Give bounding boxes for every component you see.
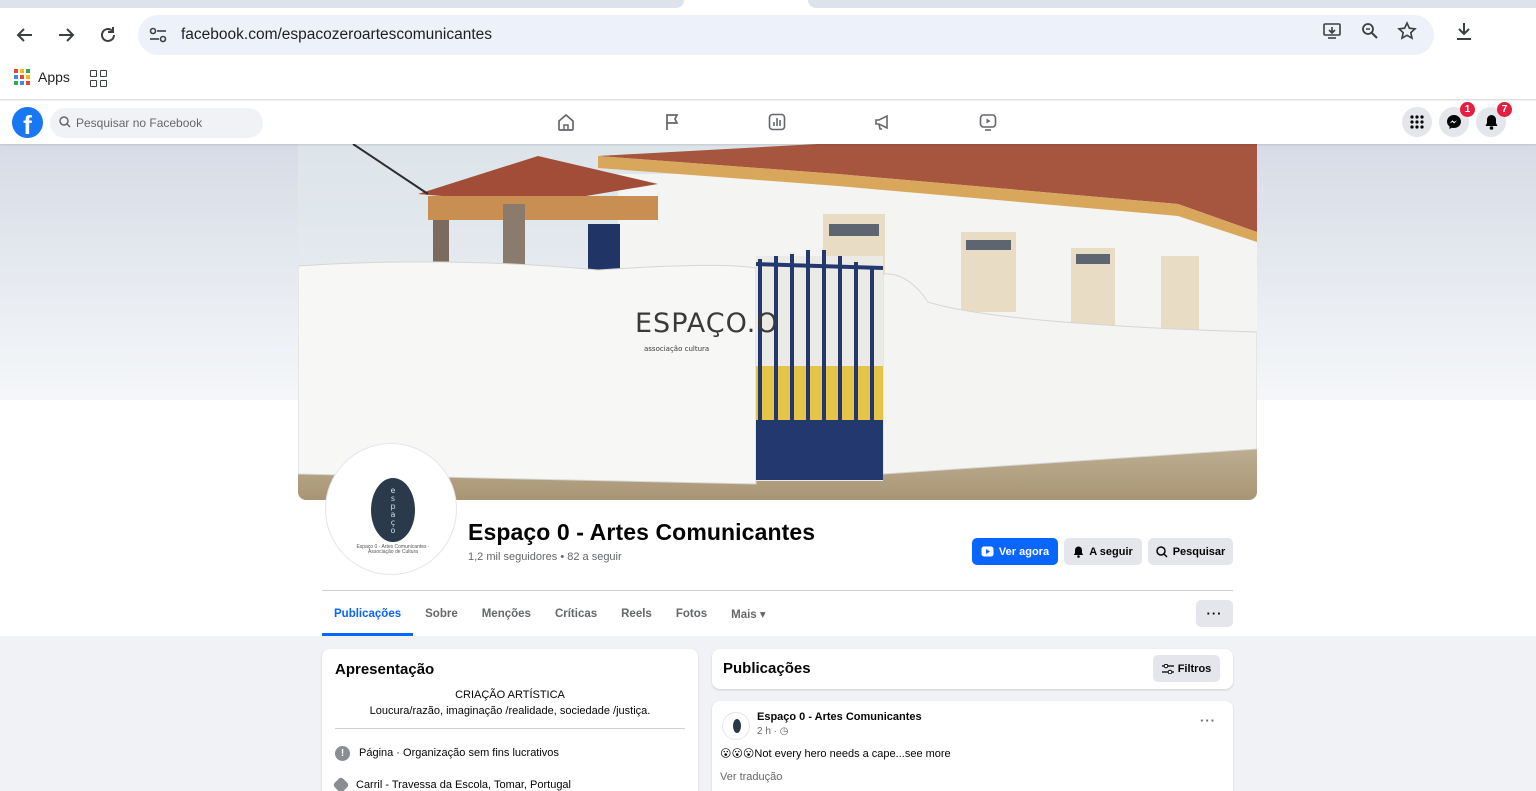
- publications-title: Publicações: [723, 660, 811, 677]
- ads-megaphone-icon[interactable]: [872, 111, 894, 133]
- post-card: Espaço 0 - Artes Comunicantes 2 h · ◷ ··…: [712, 701, 1233, 791]
- following-label: A seguir: [1089, 545, 1133, 558]
- zoom-icon[interactable]: [1359, 20, 1381, 42]
- cover-wall-text: ESPAÇO.O: [635, 308, 779, 339]
- intro-card: Apresentação CRIAÇÃO ARTÍSTICA Loucura/r…: [322, 649, 698, 791]
- avatar-caption: Espaço 0 · Artes Comunicantes · Associaç…: [356, 544, 430, 555]
- location-icon: [332, 776, 350, 791]
- downloads-icon[interactable]: [1453, 20, 1475, 42]
- page-title: Espaço 0 - Artes Comunicantes: [468, 519, 816, 545]
- following-button[interactable]: A seguir: [1064, 538, 1142, 565]
- facebook-search[interactable]: [50, 108, 263, 138]
- tab-photos[interactable]: Fotos: [664, 591, 719, 636]
- intro-address-row: Carril - Travessa da Escola, Tomar, Port…: [332, 776, 571, 791]
- notifications-bell-icon[interactable]: 7: [1476, 102, 1512, 137]
- more-options-button[interactable]: ···: [1196, 600, 1233, 627]
- video-icon[interactable]: [977, 111, 999, 133]
- reload-icon[interactable]: [95, 22, 121, 48]
- intro-category: Página · Organização sem fins lucrativos: [359, 747, 559, 759]
- post-options-icon[interactable]: ···: [1200, 713, 1216, 728]
- post-timestamp[interactable]: 2 h · ◷: [757, 726, 789, 737]
- bookmarks-bar: Apps: [0, 60, 1536, 100]
- search-icon: [59, 116, 71, 128]
- watch-now-button[interactable]: Ver agora: [972, 538, 1058, 565]
- browser-tab-strip: [0, 0, 1536, 10]
- intro-category-row: ! Página · Organização sem fins lucrativ…: [335, 744, 559, 762]
- profile-tabs: Publicações Sobre Menções Críticas Reels…: [322, 591, 778, 636]
- filter-sliders-icon: [1161, 663, 1174, 674]
- filters-button[interactable]: Filtros: [1153, 655, 1220, 682]
- intro-address[interactable]: Carril - Travessa da Escola, Tomar, Port…: [356, 779, 571, 791]
- browser-toolbar: facebook.com/espacozeroartescomunicantes: [0, 10, 1536, 60]
- menu-grid-icon[interactable]: [1402, 107, 1432, 137]
- intro-divider: [335, 728, 685, 729]
- post-author[interactable]: Espaço 0 - Artes Comunicantes: [757, 711, 922, 723]
- play-video-icon: [981, 546, 994, 557]
- pages-flag-icon[interactable]: [661, 111, 683, 133]
- tab-about[interactable]: Sobre: [413, 591, 470, 636]
- publications-header: Publicações Filtros: [712, 649, 1233, 689]
- tab-groups-icon[interactable]: [90, 70, 107, 87]
- notifications-badge: 7: [1497, 102, 1512, 117]
- search-page-label: Pesquisar: [1172, 545, 1226, 558]
- browser-tab[interactable]: [808, 0, 1536, 8]
- post-author-avatar[interactable]: [722, 712, 750, 740]
- search-page-button[interactable]: Pesquisar: [1148, 538, 1233, 565]
- facebook-header: f 1 7: [0, 101, 1536, 144]
- page-stats[interactable]: 1,2 mil seguidores • 82 a seguir: [468, 551, 622, 563]
- browser-tab[interactable]: [0, 0, 684, 8]
- tab-reviews[interactable]: Críticas: [543, 591, 609, 636]
- tab-publications[interactable]: Publicações: [322, 591, 414, 636]
- intro-bio-line2: Loucura/razão, imaginação /realidade, so…: [369, 705, 651, 717]
- search-icon: [1155, 545, 1168, 558]
- post-text[interactable]: 😮😮😮Not every hero needs a cape...see mor…: [720, 747, 951, 760]
- bell-icon: [1073, 546, 1084, 558]
- apps-bookmark[interactable]: Apps: [14, 69, 70, 85]
- cover-photo-image: ESPAÇO.O associação cultura: [298, 144, 1257, 500]
- install-app-icon[interactable]: [1322, 20, 1344, 42]
- tab-mentions[interactable]: Menções: [470, 591, 543, 636]
- address-bar[interactable]: facebook.com/espacozeroartescomunicantes: [138, 15, 1434, 55]
- tab-more[interactable]: Mais ▾: [719, 591, 778, 636]
- messenger-icon[interactable]: 1: [1439, 102, 1475, 137]
- cover-wall-subtext: associação cultura: [644, 345, 709, 353]
- profile-avatar[interactable]: e s p a ç o Espaço 0 · Artes Comunicante…: [325, 443, 457, 575]
- cover-photo[interactable]: ESPAÇO.O associação cultura: [298, 144, 1257, 500]
- svg-text:o: o: [391, 526, 396, 535]
- tab-reels[interactable]: Reels: [609, 591, 664, 636]
- bookmark-star-icon[interactable]: [1396, 20, 1418, 42]
- back-icon[interactable]: [12, 22, 38, 48]
- url-text: facebook.com/espacozeroartescomunicantes: [181, 26, 493, 43]
- facebook-logo-icon[interactable]: f: [12, 107, 43, 138]
- search-input[interactable]: [76, 108, 256, 138]
- avatar-logo-mark: e s p a ç o: [371, 478, 415, 542]
- home-icon[interactable]: [555, 111, 577, 133]
- messenger-badge: 1: [1460, 102, 1475, 117]
- see-translation-link[interactable]: Ver tradução: [720, 771, 782, 783]
- intro-title: Apresentação: [335, 661, 435, 678]
- intro-bio-line1: CRIAÇÃO ARTÍSTICA: [455, 689, 565, 701]
- info-icon: !: [335, 745, 350, 761]
- forward-icon[interactable]: [53, 22, 79, 48]
- filters-label: Filtros: [1177, 662, 1212, 675]
- insights-icon[interactable]: [766, 111, 788, 133]
- apps-label: Apps: [38, 69, 70, 85]
- watch-now-label: Ver agora: [998, 545, 1050, 558]
- avatar-logo: e s p a ç o Espaço 0 · Artes Comunicante…: [330, 448, 452, 570]
- apps-grid-icon: [14, 69, 30, 85]
- site-settings-icon[interactable]: [148, 25, 168, 45]
